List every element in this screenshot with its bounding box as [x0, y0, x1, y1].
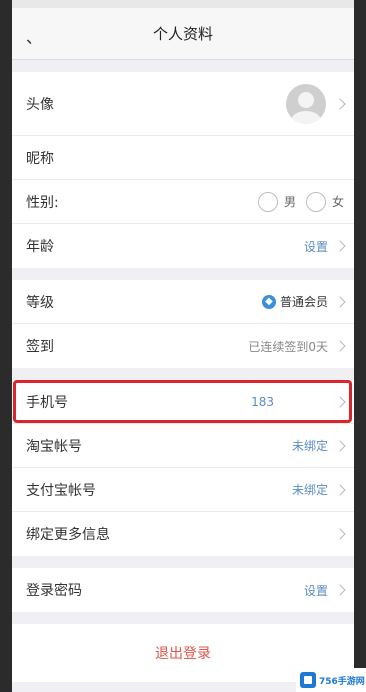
bind-more-row[interactable]: 绑定更多信息 — [12, 512, 354, 556]
alipay-label: 支付宝帐号 — [26, 482, 96, 499]
gender-row: 性别: 男 女 — [12, 180, 354, 224]
chevron-right-icon — [334, 528, 346, 540]
membership-group: 等级 ◆ 普通会员 签到 已连续签到0天 — [12, 280, 354, 368]
checkin-row[interactable]: 签到 已连续签到0天 — [12, 324, 354, 368]
watermark-logo-icon — [300, 672, 316, 688]
phone-row[interactable]: 手机号 183 — [12, 380, 354, 424]
nickname-row[interactable]: 昵称 — [12, 136, 354, 180]
level-row[interactable]: 等级 ◆ 普通会员 — [12, 280, 354, 324]
chevron-right-icon — [334, 439, 346, 452]
accounts-group: 手机号 183 淘宝帐号 未绑定 支付宝帐号 未绑定 绑定更多信息 — [12, 380, 354, 556]
age-value: 设置 — [303, 239, 328, 254]
taobao-value: 未绑定 — [291, 439, 328, 453]
chevron-right-icon — [334, 584, 346, 596]
chevron-right-icon — [334, 295, 346, 308]
phone-value: 183 — [251, 394, 274, 409]
avatar-label: 头像 — [26, 96, 54, 113]
chevron-right-icon — [334, 483, 346, 496]
chevron-right-icon — [334, 395, 346, 408]
avatar-row[interactable]: 头像 — [12, 72, 354, 136]
gender-female-radio[interactable] — [305, 191, 326, 212]
taobao-row[interactable]: 淘宝帐号 未绑定 — [12, 424, 354, 468]
watermark: 756手游网 — [296, 668, 366, 692]
alipay-row[interactable]: 支付宝帐号 未绑定 — [12, 468, 354, 512]
avatar[interactable] — [286, 83, 326, 124]
chevron-right-icon — [334, 340, 346, 352]
gender-male-radio[interactable] — [257, 191, 278, 212]
nav-bar: 、 个人资料 — [12, 8, 354, 60]
page-title: 个人资料 — [152, 25, 213, 43]
checkin-label: 签到 — [26, 339, 54, 355]
profile-group: 头像 昵称 性别: 男 女 年龄 设置 — [12, 72, 354, 268]
alipay-value: 未绑定 — [291, 483, 328, 497]
nickname-label: 昵称 — [26, 150, 54, 167]
member-badge-icon: ◆ — [261, 294, 276, 309]
watermark-text: 756手游网 — [319, 676, 365, 687]
bind-more-label: 绑定更多信息 — [26, 527, 110, 543]
chevron-right-icon — [334, 240, 346, 252]
logout-label: 退出登录 — [155, 646, 211, 662]
gender-label: 性别: — [26, 194, 59, 211]
taobao-label: 淘宝帐号 — [26, 438, 82, 455]
password-label: 登录密码 — [26, 583, 82, 599]
password-row[interactable]: 登录密码 设置 — [12, 568, 354, 612]
age-row[interactable]: 年龄 设置 — [12, 224, 354, 268]
status-bar — [12, 0, 354, 8]
screen: 、 个人资料 头像 昵称 性别: 男 女 年龄 设置 等级 ◆ 普通会员 签到 … — [12, 0, 354, 692]
back-button[interactable]: 、 — [26, 24, 42, 48]
gender-female-label[interactable]: 女 — [332, 193, 344, 210]
age-label: 年龄 — [26, 239, 54, 255]
gender-male-label[interactable]: 男 — [284, 193, 296, 210]
chevron-right-icon — [334, 97, 346, 110]
phone-label: 手机号 — [26, 394, 68, 411]
password-value: 设置 — [303, 583, 328, 598]
security-group: 登录密码 设置 — [12, 568, 354, 612]
checkin-value: 已连续签到0天 — [248, 339, 328, 354]
level-value: 普通会员 — [279, 295, 328, 309]
level-label: 等级 — [26, 294, 54, 311]
